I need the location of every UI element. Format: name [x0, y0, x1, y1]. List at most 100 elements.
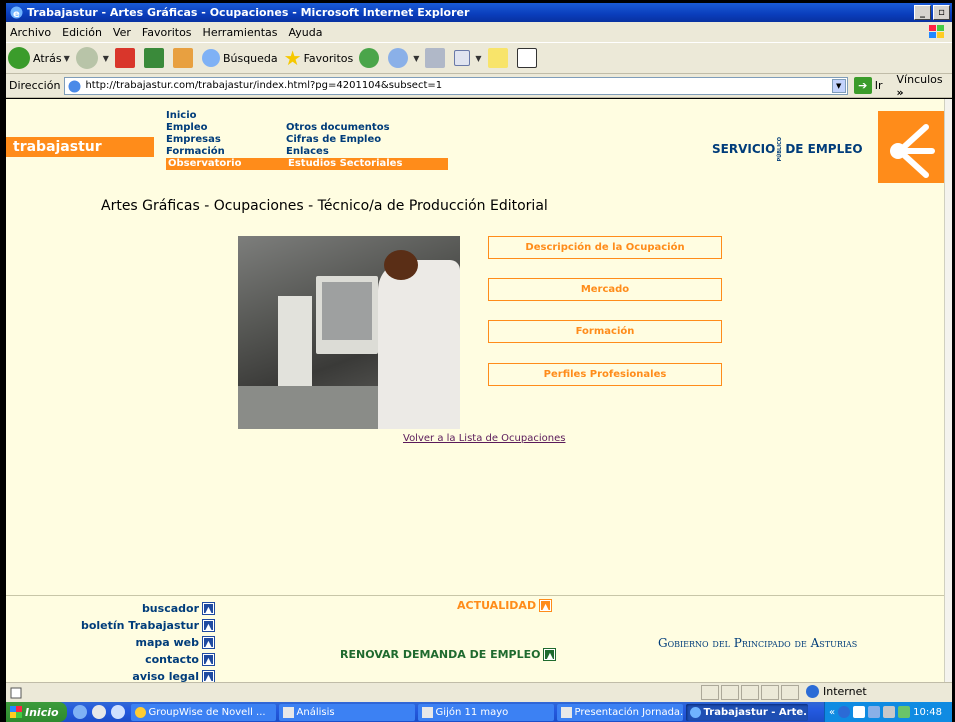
site-header: trabajastur Inicio Empleo Empresas Forma…	[6, 99, 944, 183]
descripcion-ocupacion-button[interactable]: Descripción de la Ocupación	[488, 236, 722, 259]
go-arrow-icon: ➔	[853, 77, 872, 94]
clock: 10:48	[913, 706, 942, 718]
chevron-down-icon[interactable]: ▼	[831, 78, 846, 93]
back-label: Atrás	[33, 51, 62, 65]
de-empleo-text: DE EMPLEO	[785, 141, 863, 156]
tray-icon-5[interactable]	[898, 706, 911, 718]
outlook-quicklaunch-icon[interactable]	[91, 705, 106, 719]
ie-quicklaunch-icon[interactable]	[72, 705, 87, 719]
address-label: Dirección	[9, 79, 61, 92]
arrow-up-icon: ▲	[539, 599, 553, 612]
tray-icon-3[interactable]	[868, 706, 881, 718]
task-label: Trabajastur - Arte...	[703, 706, 808, 718]
footer-link-contacto[interactable]: contacto ▲	[81, 651, 215, 668]
nav-empleo[interactable]: Empleo	[166, 122, 306, 134]
nav-inicio[interactable]: Inicio	[166, 110, 306, 122]
footer-link-buscador[interactable]: buscador ▲	[81, 600, 215, 617]
task-analisis[interactable]: Análisis	[278, 703, 415, 721]
address-url: http://trabajastur.com/trabajastur/index…	[85, 80, 443, 91]
forward-button[interactable]: ▼	[75, 47, 109, 69]
menu-edicion[interactable]: Edición	[62, 26, 102, 39]
history-button[interactable]	[359, 48, 382, 68]
task-groupwise[interactable]: GroupWise de Novell ...	[130, 703, 276, 721]
menu-favoritos[interactable]: Favoritos	[142, 26, 192, 39]
nav-estudios-sectoriales[interactable]: Estudios Sectoriales	[286, 158, 448, 170]
footer-link-aviso-legal[interactable]: aviso legal ▲	[81, 668, 215, 682]
print-button[interactable]	[425, 48, 448, 68]
tray-icon-2[interactable]	[853, 706, 866, 718]
nav-observatorio[interactable]: Observatorio	[166, 158, 306, 170]
home-button[interactable]	[172, 48, 196, 68]
notes-button[interactable]	[487, 48, 511, 68]
tray-icon-4[interactable]	[883, 706, 896, 718]
footer-link-label: aviso legal	[132, 670, 199, 682]
page-viewport: trabajastur Inicio Empleo Empresas Forma…	[6, 99, 944, 682]
perfiles-profesionales-button[interactable]: Perfiles Profesionales	[488, 363, 722, 386]
nav-formacion[interactable]: Formación	[166, 146, 306, 158]
address-input[interactable]: http://trabajastur.com/trabajastur/index…	[64, 76, 848, 95]
powerpoint-icon	[421, 706, 433, 718]
nav-cifras-de-empleo[interactable]: Cifras de Empleo	[286, 134, 448, 146]
nav-otros-documentos[interactable]: Otros documentos	[286, 122, 448, 134]
address-bar: Dirección http://trabajastur.com/trabaja…	[6, 73, 952, 99]
mail-button[interactable]: ▼	[388, 48, 419, 68]
forward-arrow-icon	[75, 47, 98, 69]
go-label: Ir	[874, 79, 883, 92]
maximize-button[interactable]: ▫	[933, 5, 950, 20]
edit-button[interactable]: ▼	[454, 50, 482, 66]
favorites-button[interactable]: ★ Favoritos	[284, 46, 354, 70]
footer-link-boletin[interactable]: boletín Trabajastur ▲	[80, 617, 215, 634]
footer-link-mapa-web[interactable]: mapa web ▲	[81, 634, 215, 651]
menu-archivo[interactable]: Archivo	[10, 26, 51, 39]
stop-button[interactable]	[114, 48, 138, 68]
back-button[interactable]: Atrás ▼	[8, 47, 70, 69]
chevron-down-icon: ▼	[63, 53, 70, 63]
task-gijon[interactable]: Gijón 11 mayo	[417, 703, 554, 721]
mail-icon	[388, 48, 409, 68]
gobierno-principado-logo[interactable]: Gobierno del Principado de Asturias	[658, 636, 857, 650]
nav-enlaces[interactable]: Enlaces	[286, 146, 448, 158]
renovar-label: RENOVAR DEMANDA DE EMPLEO	[340, 648, 541, 661]
actualidad-link[interactable]: ACTUALIDAD ▲	[457, 599, 553, 612]
start-button[interactable]: Inicio	[6, 702, 67, 722]
back-to-list-link[interactable]: Volver a la Lista de Ocupaciones	[403, 433, 565, 444]
task-label: GroupWise de Novell ...	[148, 706, 266, 718]
formacion-button[interactable]: Formación	[488, 320, 722, 343]
messenger-button[interactable]	[516, 48, 540, 68]
status-bar: Internet	[6, 682, 952, 702]
links-toolbar[interactable]: Vínculos »	[897, 73, 952, 99]
footer-link-label: buscador	[141, 602, 199, 615]
start-label: Inicio	[25, 705, 59, 719]
history-icon	[359, 48, 380, 68]
footer-link-label: mapa web	[135, 636, 199, 649]
security-zone: Internet	[806, 685, 867, 698]
arrow-up-icon: ▲	[202, 653, 215, 666]
taskbar: Inicio GroupWise de Novell ... Análisis …	[6, 702, 952, 722]
renovar-demanda-link[interactable]: RENOVAR DEMANDA DE EMPLEO ▲	[340, 648, 557, 661]
footer-link-label: boletín Trabajastur	[80, 619, 199, 632]
arrow-up-icon: ▲	[543, 648, 557, 661]
menu-ayuda[interactable]: Ayuda	[288, 26, 322, 39]
task-trabajastur[interactable]: Trabajastur - Arte...	[685, 703, 808, 721]
menu-herramientas[interactable]: Herramientas	[203, 26, 278, 39]
site-logo[interactable]: trabajastur	[6, 137, 154, 157]
refresh-icon	[143, 48, 164, 68]
stop-icon	[114, 48, 135, 68]
svg-text:e: e	[13, 9, 20, 19]
powerpoint-icon	[560, 706, 572, 718]
chevron-left-icon[interactable]: «	[829, 707, 835, 718]
minimize-button[interactable]: _	[914, 5, 931, 20]
quick-launch	[72, 705, 125, 719]
note-icon	[487, 48, 508, 68]
nav-empresas[interactable]: Empresas	[166, 134, 306, 146]
go-button[interactable]: ➔ Ir	[853, 77, 883, 94]
task-presentacion[interactable]: Presentación Jornada...	[556, 703, 683, 721]
vertical-scrollbar[interactable]	[944, 99, 952, 682]
mercado-button[interactable]: Mercado	[488, 278, 722, 301]
arrow-up-icon: ▲	[202, 619, 215, 632]
menu-ver[interactable]: Ver	[113, 26, 131, 39]
refresh-button[interactable]	[143, 48, 167, 68]
media-quicklaunch-icon[interactable]	[110, 705, 125, 719]
search-button[interactable]: Búsqueda	[201, 49, 278, 67]
tray-icon-1[interactable]	[838, 706, 851, 718]
